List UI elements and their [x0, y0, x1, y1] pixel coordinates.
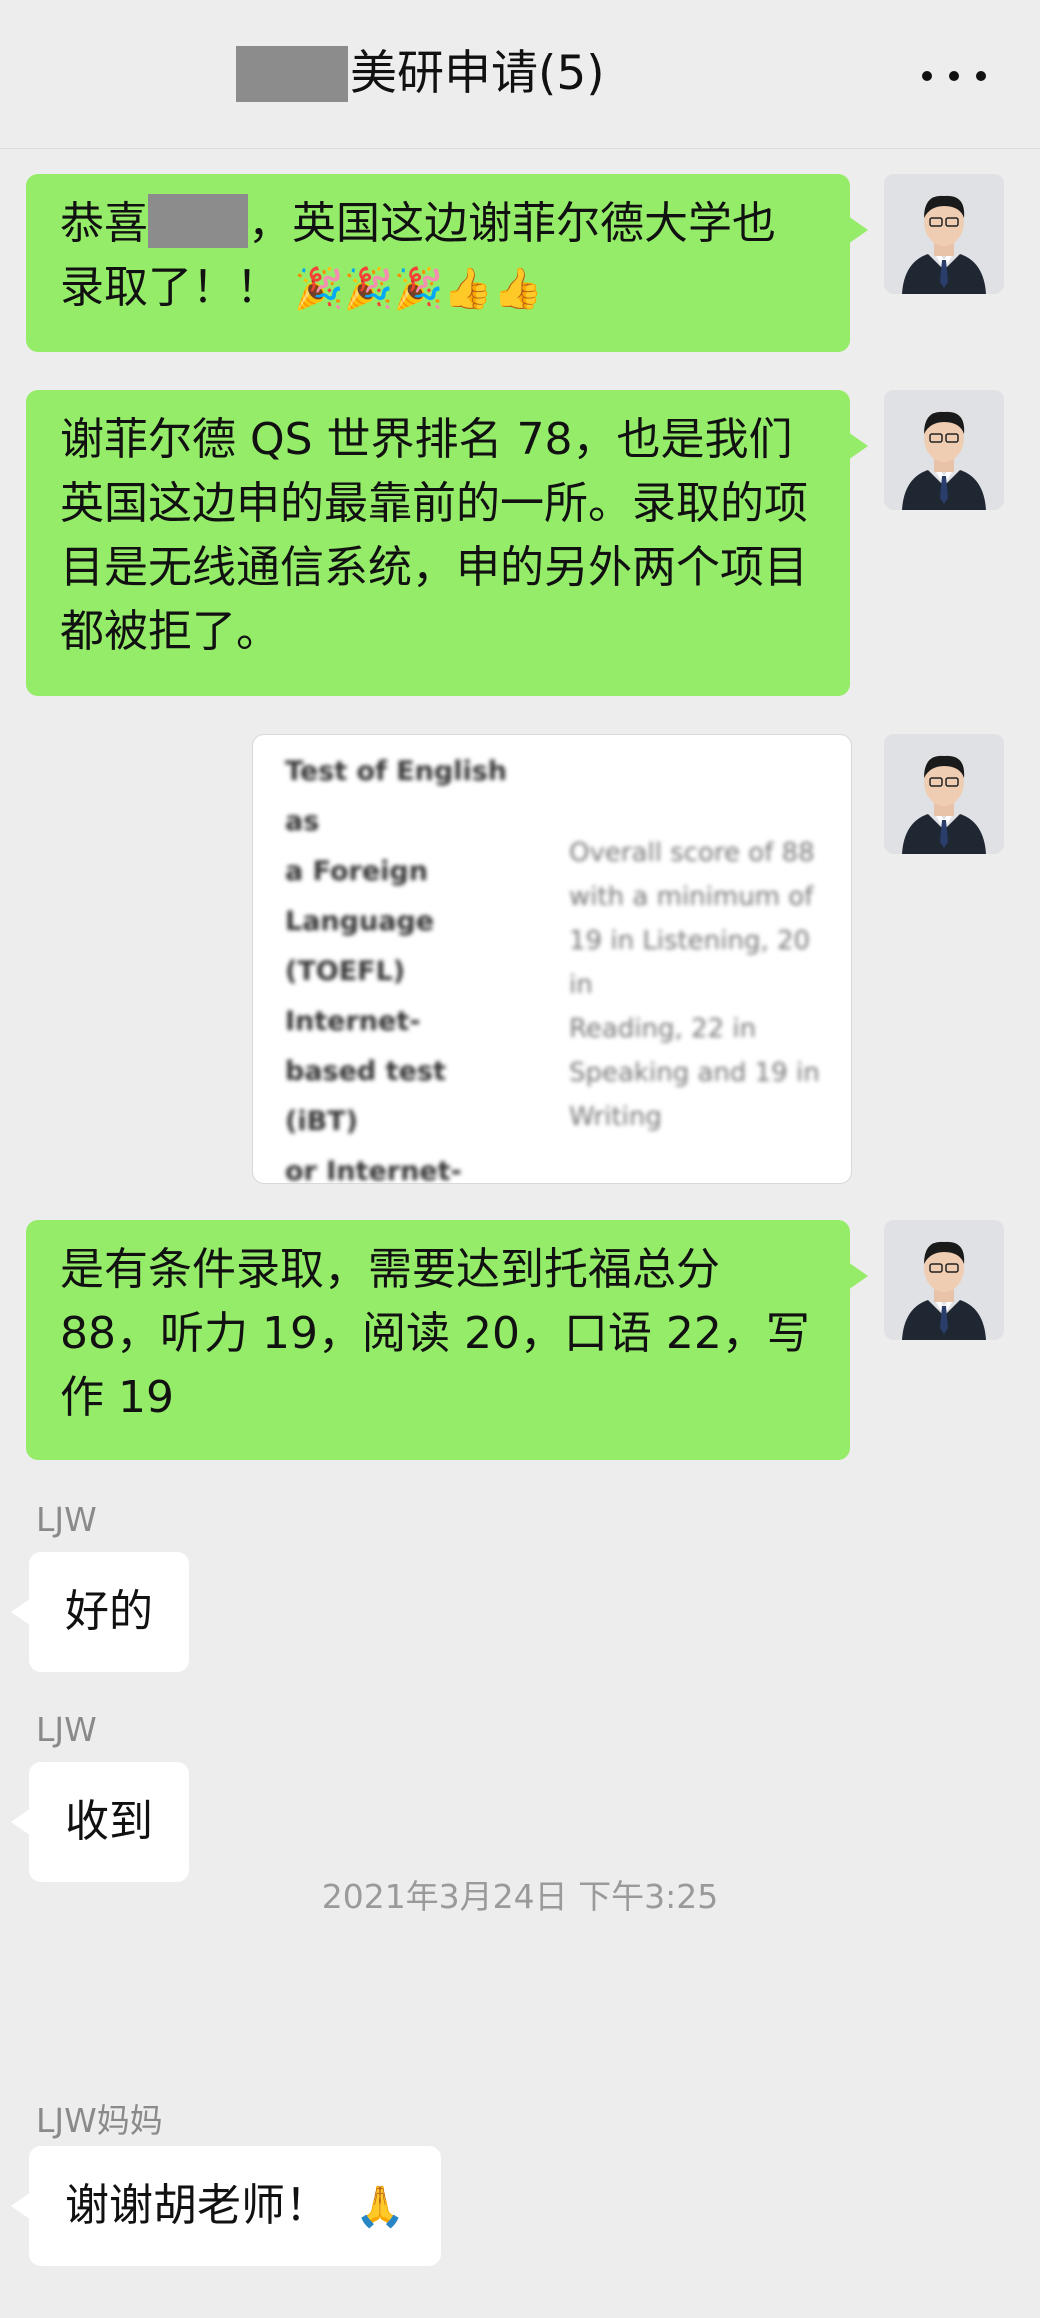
- image-message[interactable]: Test of English as a Foreign Language (T…: [252, 734, 852, 1184]
- message-text: 谢菲尔德 QS 世界排名 78，也是我们英国这边申的最靠前的一所。录取的项目是无…: [60, 414, 808, 657]
- praying-hands-emoji: 🙏: [355, 2184, 405, 2230]
- sender-name: LJW: [36, 1710, 97, 1749]
- message-text: 是有条件录取，需要达到托福总分 88，听力 19，阅读 20，口语 22，写作 …: [60, 1244, 810, 1423]
- chat-title[interactable]: 美研申请(5): [350, 38, 605, 110]
- party-thumbs-emoji: 🎉🎉🎉👍👍: [294, 266, 544, 312]
- redacted-title-block: [236, 46, 348, 102]
- message-timestamp: 2021年3月24日 下午3:25: [321, 1877, 719, 1916]
- redacted-name-block: [148, 194, 248, 248]
- image-text-right: Overall score of 88 with a minimum of 19…: [569, 838, 820, 1132]
- message-bubble[interactable]: 是有条件录取，需要达到托福总分 88，听力 19，阅读 20，口语 22，写作 …: [26, 1220, 868, 1460]
- message-bubble[interactable]: 好的: [11, 1552, 189, 1672]
- sender-name: LJW妈妈: [36, 2101, 163, 2140]
- message-text: 好的: [65, 1586, 153, 1637]
- message-bubble[interactable]: 谢谢胡老师！ 🙏: [11, 2146, 441, 2266]
- chat-title-bar: 美研申请(5): [0, 0, 1040, 149]
- avatar[interactable]: [884, 1220, 1004, 1340]
- avatar[interactable]: [884, 734, 1004, 854]
- avatar[interactable]: [884, 390, 1004, 510]
- message-bubble[interactable]: 恭喜 ，英国这边谢菲尔德大学也录取了！！ 🎉🎉🎉👍👍: [26, 174, 868, 352]
- message-text: 谢谢胡老师！: [65, 2180, 329, 2231]
- image-text-left: Test of English as a Foreign Language (T…: [285, 756, 508, 1184]
- message-text: 收到: [65, 1796, 153, 1847]
- more-dots-icon[interactable]: [922, 56, 986, 96]
- message-bubble[interactable]: 收到: [11, 1762, 189, 1882]
- avatar[interactable]: [884, 174, 1004, 294]
- message-bubble[interactable]: 谢菲尔德 QS 世界排名 78，也是我们英国这边申的最靠前的一所。录取的项目是无…: [26, 390, 868, 696]
- message-text: 恭喜: [60, 198, 148, 249]
- sender-name: LJW: [36, 1500, 97, 1539]
